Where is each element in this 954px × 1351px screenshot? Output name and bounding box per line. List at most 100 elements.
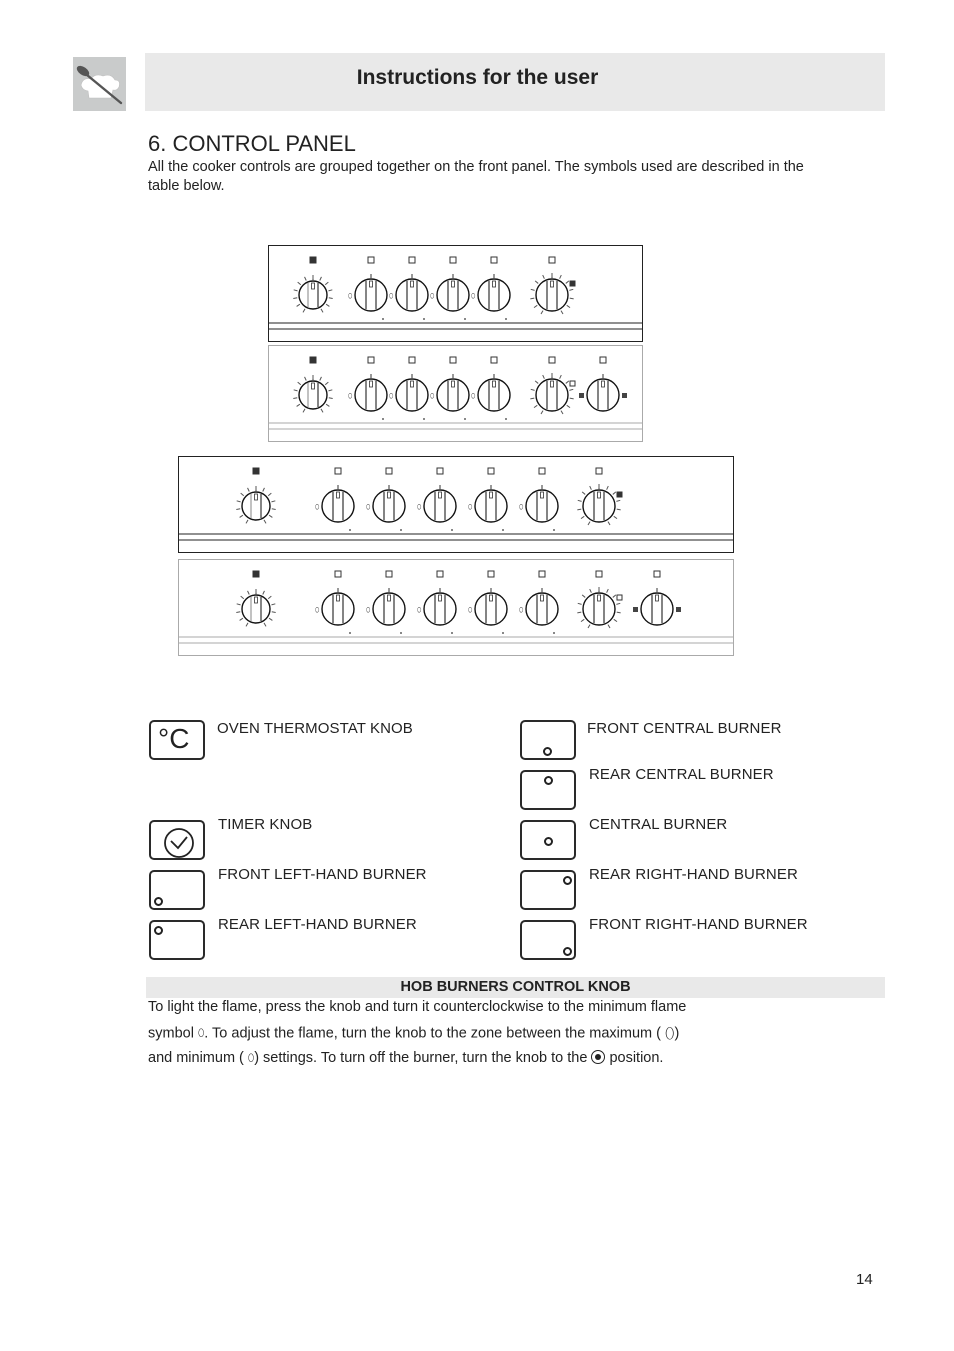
- knob-indicator: [540, 594, 544, 602]
- knob-indicator: [492, 380, 496, 388]
- flame-icon: ⬯: [348, 392, 353, 400]
- selector-left-icon: [633, 607, 638, 612]
- scale-tick: [293, 397, 298, 399]
- intro-line: All the cooker controls are grouped toge…: [148, 159, 804, 175]
- knob-symbol-icon: [487, 570, 495, 578]
- legend-label: REAR RIGHT-HAND BURNER: [589, 866, 798, 883]
- knob-indicator: [254, 493, 258, 501]
- hob-text-line: and minimum ( ⬯) settings. To turn off t…: [148, 1050, 663, 1066]
- control-panel-diagram-3: ⬯ ⬯ ⬯ ⬯ ⬯: [178, 456, 734, 554]
- flame-icon: ⬯: [417, 606, 422, 614]
- knob-indicator: [438, 594, 442, 602]
- scale-tick: [328, 397, 333, 399]
- knob-symbol-icon: [334, 467, 342, 475]
- knob-indicator: [451, 380, 455, 388]
- knob-mark: [400, 632, 402, 634]
- knob-mark: [400, 529, 402, 531]
- knob-symbol-icon: [487, 467, 495, 475]
- timer-mark-icon: [569, 280, 576, 287]
- hob-text: and minimum (: [148, 1050, 244, 1066]
- knob-symbol-icon: [548, 256, 556, 264]
- knob-symbol-icon: [408, 356, 416, 364]
- knob-indicator: [451, 280, 455, 288]
- knob-indicator: [540, 491, 544, 499]
- central-burner-icon: [520, 820, 576, 860]
- hob-text: position.: [609, 1050, 664, 1066]
- control-panel-diagram-1: ⬯ ⬯ ⬯ ⬯: [268, 245, 643, 343]
- knob-indicator: [311, 282, 315, 290]
- flame-icon: ⬯: [471, 392, 476, 400]
- knob-symbol-icon: [309, 256, 317, 264]
- knob-mark: [451, 529, 453, 531]
- knob-indicator: [387, 594, 391, 602]
- knob-symbol-icon: [490, 356, 498, 364]
- header-title: Instructions for the user: [356, 66, 599, 89]
- flame-icon: ⬯: [468, 503, 473, 511]
- timer-mark-icon: [569, 380, 576, 387]
- knob-mark: [502, 529, 504, 531]
- scale-tick: [530, 297, 535, 300]
- scale-tick: [328, 297, 333, 299]
- knob-indicator: [550, 380, 554, 388]
- hob-text: ) settings. To turn off the burner, turn…: [254, 1050, 588, 1066]
- selector-left-icon: [579, 393, 584, 398]
- legend-label: REAR CENTRAL BURNER: [589, 766, 774, 783]
- selector-right-icon: [622, 393, 627, 398]
- knob-symbol-icon: [334, 570, 342, 578]
- knob-indicator: [597, 594, 601, 602]
- scale-tick: [236, 508, 241, 510]
- knob-indicator: [387, 491, 391, 499]
- knob-indicator: [410, 280, 414, 288]
- knob-symbol-icon: [367, 356, 375, 364]
- scale-tick: [616, 611, 621, 614]
- knob-mark: [464, 318, 466, 320]
- knob-mark: [349, 632, 351, 634]
- knob-mark: [382, 318, 384, 320]
- legend-label: FRONT LEFT-HAND BURNER: [218, 866, 427, 883]
- knob-indicator: [254, 596, 258, 604]
- rear-right-burner-icon: [520, 870, 576, 910]
- celsius-symbol: °C: [158, 723, 190, 754]
- knob-indicator: [597, 491, 601, 499]
- knob-mark: [349, 529, 351, 531]
- knob-symbol-icon: [385, 467, 393, 475]
- knob-indicator: [336, 594, 340, 602]
- logo: [73, 57, 126, 111]
- hob-text: ): [674, 1025, 680, 1042]
- flame-icon: ⬯: [315, 503, 320, 511]
- scale-tick: [569, 397, 574, 400]
- flame-icon: ⬯: [430, 392, 435, 400]
- clock-icon: [149, 820, 205, 860]
- knob-mark: [382, 418, 384, 420]
- legend-label: FRONT RIGHT-HAND BURNER: [589, 916, 808, 933]
- scale-tick: [577, 508, 582, 511]
- scale-tick: [293, 297, 298, 299]
- off-position-icon: [591, 1050, 606, 1064]
- knob-symbol-icon: [252, 570, 260, 578]
- knob-symbol-icon: [252, 467, 260, 475]
- rear-central-burner-icon: [520, 770, 576, 810]
- scale-tick: [530, 397, 535, 400]
- flame-icon: ⬯: [471, 292, 476, 300]
- knob-symbol-icon: [595, 467, 603, 475]
- knob-symbol-icon: [309, 356, 317, 364]
- intro-line: table below.: [148, 178, 225, 194]
- control-panel-diagram-4: ⬯ ⬯ ⬯ ⬯ ⬯: [178, 559, 734, 657]
- scale-tick: [271, 611, 276, 613]
- legend-label: FRONT CENTRAL BURNER: [587, 720, 782, 737]
- knob-symbol-icon: [595, 570, 603, 578]
- flame-icon: ⬯: [348, 292, 353, 300]
- knob-indicator: [655, 594, 659, 602]
- hob-text-line: To light the flame, press the knob and t…: [148, 999, 687, 1015]
- knob-symbol-icon: [449, 256, 457, 264]
- legend-label: TIMER KNOB: [218, 816, 313, 833]
- scale-tick: [236, 611, 241, 613]
- scale-tick: [577, 611, 582, 614]
- intro-paragraph: All the cooker controls are grouped toge…: [148, 158, 888, 196]
- knob-symbol-icon: [408, 256, 416, 264]
- flame-icon: ⬯: [389, 292, 394, 300]
- control-panel-diagram-2: ⬯ ⬯ ⬯ ⬯: [268, 345, 643, 443]
- scale-tick: [616, 508, 621, 511]
- timer-mark-icon: [616, 491, 623, 498]
- knob-mark: [502, 632, 504, 634]
